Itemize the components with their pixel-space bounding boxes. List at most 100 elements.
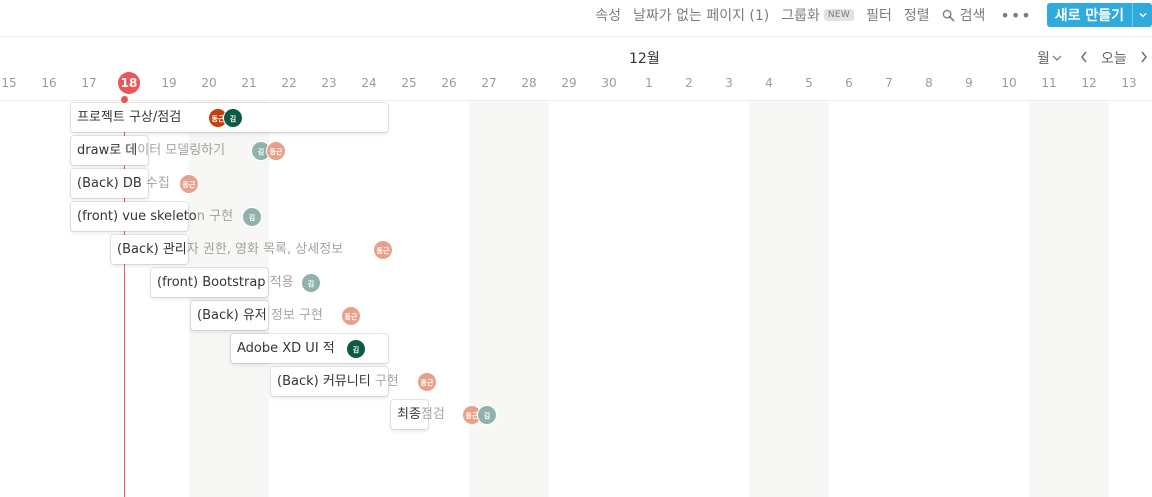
event-title-visible: 최종	[397, 407, 421, 422]
calendar-event[interactable]: (Back) 관리자 권한, 영화 목록, 상세정보 동근	[111, 235, 393, 264]
date-label: 5	[805, 76, 813, 90]
next-button[interactable]	[1137, 47, 1151, 67]
date-label: 7	[885, 76, 893, 90]
new-button-dropdown[interactable]	[1132, 3, 1152, 27]
date-label: 18	[118, 72, 140, 94]
date-label: 22	[281, 76, 297, 90]
event-title: (front) vue skeleton 구현	[77, 202, 233, 231]
event-title-overflow: 자 권한, 영화 목록, 상세정보	[186, 242, 344, 257]
event-title: 최종점검	[397, 400, 445, 429]
avatar[interactable]: 김	[223, 108, 243, 128]
event-title: (front) Bootstrap 적용	[157, 268, 294, 297]
avatar[interactable]: 김	[346, 339, 366, 359]
assignee-avatars: 동근 김	[462, 405, 497, 425]
date-label: 1	[645, 76, 653, 90]
date-label: 29	[561, 76, 577, 90]
date-label: 21	[241, 76, 257, 90]
date-label: 15	[1, 76, 17, 90]
chevron-down-icon	[1138, 12, 1147, 18]
date-label: 30	[601, 76, 617, 90]
assignee-avatars: 동근	[373, 240, 393, 260]
date-label: 8	[925, 76, 933, 90]
group-button[interactable]: 그룹화 NEW	[775, 3, 860, 27]
new-button-group: 새로 만들기	[1046, 3, 1152, 27]
no-date-pages-button[interactable]: 날짜가 없는 페이지 (1)	[627, 3, 775, 27]
date-label: 12	[1081, 76, 1097, 90]
more-options-icon[interactable]: •••	[991, 3, 1040, 27]
properties-button[interactable]: 속성	[589, 3, 627, 27]
properties-label: 속성	[595, 8, 622, 24]
search-icon	[942, 9, 955, 21]
calendar-event[interactable]: 프로젝트 구상/점검 동근 김	[71, 103, 388, 132]
date-header-row: 15 16 17 18 19 20 21 22 23 24 25 26 27 28 29 30 1 2 3 4 5 6 7 8…	[0, 72, 1152, 100]
filter-button[interactable]: 필터	[860, 3, 898, 27]
event-title-visible: (Back) 관리	[117, 242, 187, 257]
calendar-event[interactable]: (front) vue skeleton 구현 김	[71, 202, 262, 231]
event-title-visible: draw로 데	[77, 143, 138, 158]
filter-label: 필터	[866, 8, 892, 24]
event-title-overflow: 적용	[269, 275, 294, 290]
event-title: 프로젝트 구상/점검	[77, 103, 181, 132]
sort-label: 정렬	[903, 8, 930, 24]
weekend-band	[1029, 101, 1109, 497]
event-title-visible: (front) Bootstrap	[157, 275, 270, 290]
event-title-overflow: 정보 구현	[266, 308, 323, 323]
avatar[interactable]: 동근	[266, 141, 286, 161]
no-date-pages-label: 날짜가 없는 페이지 (1)	[633, 8, 770, 24]
calendar-event[interactable]: (front) Bootstrap 적용 김	[151, 268, 321, 297]
avatar[interactable]: 김	[477, 405, 497, 425]
event-title-overflow: 이터 모델링하기	[137, 143, 226, 158]
assignee-avatars: 김 동근	[251, 141, 286, 161]
previous-button[interactable]	[1077, 47, 1091, 67]
event-title: draw로 데이터 모델링하기	[77, 136, 225, 165]
event-title-visible: (Back) 유저	[197, 308, 267, 323]
calendar-event[interactable]: (Back) DB 수집 동근	[71, 169, 199, 198]
avatar[interactable]: 동근	[417, 372, 437, 392]
assignee-avatars: 김	[346, 339, 366, 359]
event-title-visible: Adobe XD UI 적	[237, 341, 335, 356]
calendar-event[interactable]: 최종점검 동근 김	[391, 400, 497, 429]
toolbar-actions: 속성 날짜가 없는 페이지 (1) 그룹화 NEW 필터 정렬 검색 ••• 새로…	[589, 2, 1152, 28]
assignee-avatars: 동근 김	[208, 108, 243, 128]
new-button[interactable]: 새로 만들기	[1047, 3, 1132, 27]
avatar[interactable]: 동근	[341, 306, 361, 326]
chevron-left-icon	[1081, 51, 1087, 63]
date-label: 11	[1041, 76, 1057, 90]
today-button[interactable]: 오늘	[1101, 48, 1127, 68]
date-label: 17	[81, 76, 97, 90]
calendar-event[interactable]: (Back) 유저 정보 구현 동근	[191, 301, 361, 330]
sort-button[interactable]: 정렬	[898, 3, 936, 27]
date-label: 27	[481, 76, 497, 90]
view-select[interactable]: 월	[1037, 48, 1064, 68]
assignee-avatars: 김	[242, 207, 262, 227]
chevron-down-icon	[1052, 55, 1062, 61]
date-label: 20	[201, 76, 217, 90]
assignee-avatars: 동근	[341, 306, 361, 326]
event-title-visible: (Back) 커뮤니티	[277, 374, 375, 389]
date-label: 24	[361, 76, 377, 90]
date-label: 10	[1001, 76, 1017, 90]
date-label: 3	[725, 76, 733, 90]
avatar[interactable]: 동근	[373, 240, 393, 260]
calendar-event[interactable]: draw로 데이터 모델링하기 김 동근	[71, 136, 286, 165]
avatar[interactable]: 김	[301, 273, 321, 293]
date-label: 23	[321, 76, 337, 90]
event-title-visible: 프로젝트 구상/점검	[77, 110, 182, 125]
date-label: 4	[765, 76, 773, 90]
event-title: (Back) DB 수집	[77, 169, 170, 198]
date-label: 19	[161, 76, 177, 90]
date-label: 16	[41, 76, 57, 90]
weekend-band	[469, 101, 549, 497]
event-title: (Back) 관리자 권한, 영화 목록, 상세정보	[117, 235, 343, 264]
event-title-overflow: 구현	[374, 374, 399, 389]
search-button[interactable]: 검색	[936, 3, 992, 27]
avatar[interactable]: 김	[242, 207, 262, 227]
assignee-avatars: 동근	[179, 174, 199, 194]
date-label: 28	[521, 76, 537, 90]
avatar[interactable]: 동근	[179, 174, 199, 194]
month-label: 12월	[629, 51, 660, 67]
calendar-event[interactable]: Adobe XD UI 적 김	[231, 334, 388, 363]
date-label: 26	[441, 76, 457, 90]
calendar-event[interactable]: (Back) 커뮤니티 구현 동근	[271, 367, 437, 396]
date-label: 25	[401, 76, 417, 90]
